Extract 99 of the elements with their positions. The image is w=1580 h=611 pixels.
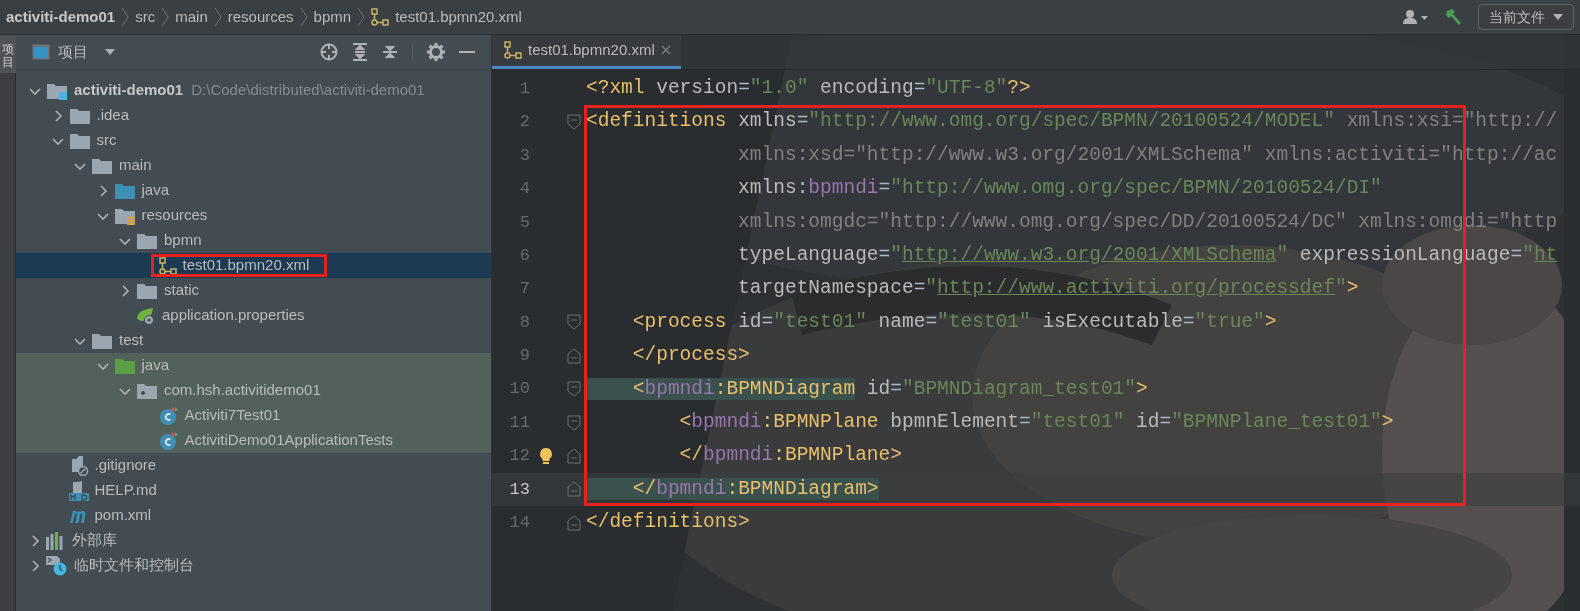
class-icon (158, 430, 179, 451)
collapse-all-icon[interactable] (382, 43, 398, 61)
breadcrumb-item[interactable]: test01.bpmn20.xml (371, 5, 522, 29)
folder-icon (113, 356, 136, 375)
tree-item[interactable]: activiti-demo01 D:\Code\distributed\activiti-demo01 (16, 78, 491, 103)
code-line: </definitions> (586, 510, 750, 536)
side-tab[interactable]: 项目 (0, 35, 16, 74)
fold-icon[interactable] (567, 347, 581, 364)
tree-item[interactable]: com.hsh.activitidemo01 (16, 378, 491, 403)
code-line: </process> (631, 343, 750, 369)
folder-icon (91, 331, 113, 350)
caret-icon[interactable] (104, 48, 116, 56)
resources-folder-icon (113, 206, 136, 225)
fold-icon[interactable] (567, 514, 581, 531)
minimize-icon[interactable] (459, 50, 475, 54)
breadcrumb-item[interactable]: resources (227, 5, 294, 29)
tree-item[interactable]: java (16, 178, 491, 203)
library-icon (46, 531, 66, 550)
editor-tab[interactable]: test01.bpmn20.xml (492, 35, 681, 69)
diagram-file-icon (371, 8, 390, 26)
module-folder-icon (46, 81, 68, 100)
line-number: 3 (518, 144, 530, 167)
line-number: 10 (508, 378, 530, 401)
tree-item[interactable]: src (16, 128, 491, 153)
close-icon[interactable] (660, 45, 671, 55)
line-number: 11 (508, 411, 530, 434)
tree-item[interactable]: HELP.md (16, 478, 491, 503)
code-line: targetNamespace="http://www.activiti.org/processdef"> (737, 276, 1359, 302)
fold-icon[interactable] (567, 448, 581, 464)
tree-item[interactable]: .idea (16, 103, 491, 128)
code-line: xmlns:bpmndi="http://www.omg.org/spec/BPMN/20100524/DI" (737, 176, 1382, 202)
fold-icon[interactable] (567, 114, 581, 131)
line-number: 9 (518, 345, 530, 368)
tree-item[interactable]: bpmn (16, 228, 491, 253)
line-number: 6 (518, 244, 530, 267)
code-line: </bpmndi:BPMNPlane> (678, 443, 902, 469)
tree-item[interactable]: java (16, 353, 491, 378)
chevron-icon (121, 7, 130, 27)
leaf-gear-icon (136, 306, 156, 325)
expand-all-icon[interactable] (352, 43, 368, 61)
folder-icon (113, 181, 136, 200)
caret-icon (1553, 13, 1563, 21)
folder-icon (68, 106, 91, 125)
line-number: 7 (518, 278, 530, 301)
code-line: <process id="test01" name="test01" isExecutable="true"> (631, 309, 1277, 335)
tree-item[interactable]: Activiti7Test01 (16, 403, 491, 428)
locate-icon[interactable] (320, 43, 338, 61)
chevron-icon (161, 7, 170, 27)
settings-icon[interactable] (427, 43, 445, 61)
fold-icon[interactable] (567, 314, 581, 331)
tree-item[interactable]: ActivitiDemo01ApplicationTests (16, 428, 491, 453)
tree-item[interactable]: test01.bpmn20.xml (16, 253, 491, 278)
tree-item[interactable]: application.properties (16, 303, 491, 328)
path-hint: D:\Code\distributed\activiti-demo01 (191, 80, 425, 101)
breadcrumb-item[interactable]: src (135, 5, 156, 29)
hammer-icon[interactable] (1444, 7, 1464, 27)
tree-item[interactable]: .gitignore (16, 453, 491, 478)
fold-icon[interactable] (567, 381, 581, 398)
folder-icon (91, 156, 113, 175)
run-config-dropdown[interactable]: 当前文件 (1478, 4, 1574, 30)
line-number: 14 (508, 512, 530, 534)
folder-icon (136, 231, 158, 250)
tree-item[interactable]: resources (16, 203, 491, 228)
line-number: 4 (518, 178, 530, 201)
breadcrumb-item[interactable]: activiti-demo01 (6, 5, 116, 29)
breadcrumb-item[interactable]: bpmn (313, 5, 352, 29)
chevron-icon (213, 7, 222, 27)
package-folder-icon (136, 381, 158, 400)
code-line: <?xml version="1.0" encoding="UTF-8"?> (586, 76, 1031, 102)
line-number: 13 (508, 478, 530, 501)
line-number: 5 (518, 211, 530, 234)
user-icon[interactable] (1402, 9, 1430, 25)
code-line: </bpmndi:BPMNDiagram> (586, 474, 879, 504)
panel-title: 项目 (58, 41, 88, 62)
tree-item[interactable]: pom.xml (16, 503, 491, 528)
line-number: 8 (518, 311, 530, 334)
chevron-icon (357, 7, 366, 27)
lightbulb-icon[interactable] (539, 447, 553, 465)
folder-icon (136, 281, 158, 300)
chevron-icon (299, 7, 308, 27)
tree-item[interactable]: test (16, 328, 491, 353)
line-number: 2 (518, 111, 530, 134)
diagram-file-icon (504, 41, 522, 59)
tree-item[interactable]: 外部库 (16, 528, 491, 553)
fold-icon[interactable] (567, 414, 581, 431)
tree-item[interactable]: static (16, 278, 491, 303)
breadcrumb-item[interactable]: main (175, 5, 208, 29)
markdown-file-icon (68, 480, 89, 501)
class-icon (158, 405, 179, 426)
tree-item[interactable]: 临时文件和控制台 (16, 553, 491, 578)
line-number: 1 (518, 77, 530, 100)
window-icon (32, 44, 50, 60)
code-line: <bpmndi:BPMNPlane bpmnElement="test01" id="BPMNPlane_test01"> (678, 409, 1394, 435)
diagram-file-icon (158, 256, 177, 275)
tree-item[interactable]: main (16, 153, 491, 178)
code-line: <bpmndi:BPMNDiagram id="BPMNDiagram_test01"> (586, 374, 1148, 404)
line-number: 12 (508, 445, 530, 468)
clock-file-icon (46, 555, 68, 576)
folder-icon (68, 131, 91, 150)
